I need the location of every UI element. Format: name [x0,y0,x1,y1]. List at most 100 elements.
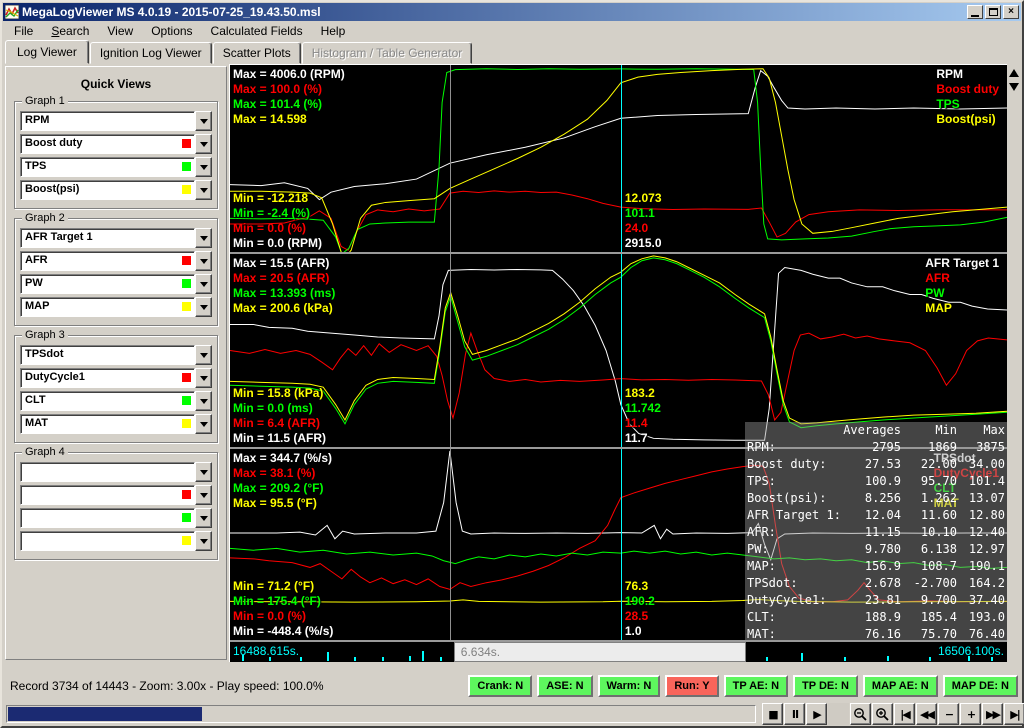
indicator-crank: Crank: N [468,675,532,697]
combobox-value-empty[interactable] [20,485,195,505]
combobox-value-pw[interactable]: PW [20,274,195,294]
combobox-value-tpsdot[interactable]: TPSdot [20,345,195,365]
log-position-progress-bar[interactable] [6,705,756,723]
forward-button[interactable]: ▶▶ [982,703,1003,725]
graph-2-min-labels-entry: Min = 15.8 (kPa) [233,386,326,401]
graph-3-channel-3-combobox[interactable]: CLT [20,391,212,411]
close-button[interactable]: × [1003,5,1019,19]
chevron-down-icon [200,399,208,404]
graph-2-channel-4-combobox[interactable]: MAP [20,297,212,317]
combobox-dropdown-button[interactable] [195,414,212,434]
combobox-value-boost-duty[interactable]: Boost duty [20,134,195,154]
chevron-down-icon [200,493,208,498]
combobox-value-mat[interactable]: MAT [20,414,195,434]
stats-row-label: TPS: [747,473,843,489]
graph-1-channel-3-combobox[interactable]: TPS [20,157,212,177]
combobox-value-rpm[interactable]: RPM [20,111,195,131]
graph-2-channel-2-combobox[interactable]: AFR [20,251,212,271]
time-window-thumb[interactable]: 6.634s. [454,642,746,662]
graph-4-channel-1-combobox[interactable] [20,462,212,482]
stats-value: 1.262 [901,490,957,506]
combobox-dropdown-button[interactable] [195,228,212,248]
menu-item-options[interactable]: Options [142,22,201,40]
combobox-dropdown-button[interactable] [195,368,212,388]
combobox-dropdown-button[interactable] [195,508,212,528]
menu-item-view[interactable]: View [98,22,142,40]
graph-pane-2[interactable]: Max = 15.5 (AFR)Max = 20.5 (AFR)Max = 13… [230,254,1007,449]
scroll-down-button[interactable] [1008,81,1020,93]
graph-2-channel-3-combobox[interactable]: PW [20,274,212,294]
graph-2-channel-1-combobox[interactable]: AFR Target 1 [20,228,212,248]
combobox-dropdown-button[interactable] [195,274,212,294]
menu-item-help[interactable]: Help [312,22,355,40]
combobox-value-map[interactable]: MAP [20,297,195,317]
combobox-value-tps[interactable]: TPS [20,157,195,177]
graph-pane-1[interactable]: Max = 4006.0 (RPM)Max = 100.0 (%)Max = 1… [230,64,1007,254]
graph-4-channel-3-combobox[interactable] [20,508,212,528]
combobox-value-afr-target-1[interactable]: AFR Target 1 [20,228,195,248]
play-button[interactable]: ▶ [806,703,827,725]
chevron-down-icon [200,516,208,521]
combobox-value-afr[interactable]: AFR [20,251,195,271]
combobox-dropdown-button[interactable] [195,134,212,154]
minimize-button[interactable] [967,5,983,19]
combobox-dropdown-button[interactable] [195,251,212,271]
tab-log-viewer[interactable]: Log Viewer [5,40,89,64]
combobox-value-empty[interactable] [20,462,195,482]
playback-cursor-line[interactable] [621,254,622,447]
combobox-dropdown-button[interactable] [195,531,212,551]
playback-buttons: ■Ⅱ▶ |◀◀◀−+▶▶▶| [762,703,1024,725]
faster-button[interactable]: + [960,703,981,725]
graph-1-channel-1-combobox[interactable]: RPM [20,111,212,131]
graph-3-channel-2-combobox[interactable]: DutyCycle1 [20,368,212,388]
graph-1-group-label: Graph 1 [22,95,68,107]
combobox-dropdown-button[interactable] [195,111,212,131]
stop-button[interactable]: ■ [762,703,783,725]
time-axis[interactable]: 16488.615s.16506.100s.6.634s. [230,642,1007,662]
combobox-dropdown-button[interactable] [195,297,212,317]
title-bar[interactable]: MegaLogViewer MS 4.0.19 - 2015-07-25_19.… [3,3,1021,21]
stats-value: 164.2 [957,575,1005,591]
combobox-dropdown-button[interactable] [195,462,212,482]
combobox-value-clt[interactable]: CLT [20,391,195,411]
menu-item-calculated-fields[interactable]: Calculated Fields [202,22,312,40]
stats-value: 12.97 [957,541,1005,557]
playback-cursor-line[interactable] [621,449,622,640]
graph-4-channel-4-combobox[interactable] [20,531,212,551]
combobox-value-boost-psi[interactable]: Boost(psi) [20,180,195,200]
graph-2-legend: AFR Target 1AFRPWMAP [925,256,999,316]
maximize-button[interactable] [985,5,1001,19]
zoom-in-button[interactable] [872,703,893,725]
chevron-down-icon [200,470,208,475]
graph-3-channel-4-combobox[interactable]: MAT [20,414,212,434]
rewind-button[interactable]: ◀◀ [916,703,937,725]
combobox-dropdown-button[interactable] [195,485,212,505]
menu-item-file[interactable]: File [5,22,42,40]
graph-3-channel-1-combobox[interactable]: TPSdot [20,345,212,365]
slower-button[interactable]: − [938,703,959,725]
app-window: MegaLogViewer MS 4.0.19 - 2015-07-25_19.… [0,0,1024,728]
combobox-dropdown-button[interactable] [195,345,212,365]
graph-1-max-labels-entry: Max = 14.598 [233,112,345,127]
pause-button[interactable]: Ⅱ [784,703,805,725]
skip-end-button[interactable]: ▶| [1004,703,1024,725]
menu-item-search[interactable]: Search [42,22,98,40]
tab-ignition-log-viewer[interactable]: Ignition Log Viewer [90,42,212,64]
zoom-out-button[interactable] [850,703,871,725]
combobox-dropdown-button[interactable] [195,180,212,200]
series-afr-target-1 [230,268,1007,441]
graph-1-channel-4-combobox[interactable]: Boost(psi) [20,180,212,200]
combobox-value-dutycycle1[interactable]: DutyCycle1 [20,368,195,388]
stats-value: 37.40 [957,592,1005,608]
graph-4-channel-2-combobox[interactable] [20,485,212,505]
combobox-value-empty[interactable] [20,531,195,551]
tab-scatter-plots[interactable]: Scatter Plots [213,42,301,64]
graph-1-channel-2-combobox[interactable]: Boost duty [20,134,212,154]
combobox-dropdown-button[interactable] [195,157,212,177]
scroll-up-button[interactable] [1008,67,1020,79]
playback-cursor-line[interactable] [621,65,622,252]
skip-start-button[interactable]: |◀ [894,703,915,725]
combobox-value-empty[interactable] [20,508,195,528]
combobox-dropdown-button[interactable] [195,391,212,411]
chevron-down-icon [200,142,208,147]
